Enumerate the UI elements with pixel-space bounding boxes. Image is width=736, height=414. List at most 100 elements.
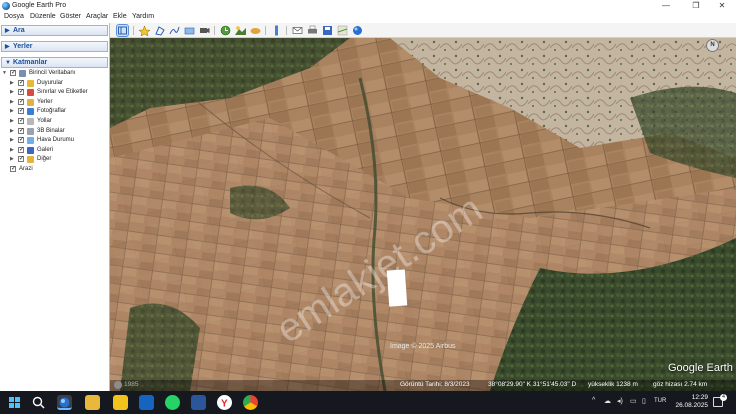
layers-panel-label: Katmanlar: [13, 59, 48, 66]
places-panel-header[interactable]: ▶ Yerler: [1, 41, 108, 52]
yandex-browser-icon[interactable]: Y: [217, 395, 232, 410]
layer-checkbox[interactable]: ✓: [10, 166, 16, 172]
layer-item[interactable]: ▼ ✓ Birincil Veritabanı: [0, 69, 110, 79]
expand-arrow-icon[interactable]: ▶: [10, 89, 14, 95]
photos-icon: [27, 108, 34, 116]
tray-chevron-icon[interactable]: ^: [592, 397, 595, 404]
clock-time: 12:29: [691, 394, 708, 401]
eye-altitude: göz hizası 2.74 km: [653, 381, 708, 388]
weather-icon: [27, 137, 34, 145]
layer-item[interactable]: ▶ ✓ Yollar: [0, 117, 110, 127]
system-clock[interactable]: 12:29 26.08.2025: [675, 394, 708, 410]
planets-icon[interactable]: [250, 25, 261, 36]
layer-item[interactable]: ▶ ✓ Duyurular: [0, 79, 110, 89]
windows-taskbar: Y ^ ☁ ◂) ▭ ▯ TUR 12:29 26.08.2025 4: [0, 391, 736, 414]
layer-checkbox[interactable]: ✓: [18, 156, 24, 163]
other-icon: [27, 156, 34, 164]
expand-arrow-icon: ▶: [5, 44, 10, 50]
path-icon[interactable]: [169, 25, 180, 36]
menu-edit[interactable]: Düzenle: [30, 13, 56, 20]
sticky-notes-icon[interactable]: [113, 395, 128, 410]
print-icon[interactable]: [307, 25, 318, 36]
minimize-button[interactable]: —: [652, 0, 680, 12]
layer-item[interactable]: ▶ ✓ Galeri: [0, 146, 110, 156]
compass-north-icon[interactable]: N: [706, 39, 719, 52]
expand-arrow-icon[interactable]: ▶: [10, 80, 14, 86]
layer-checkbox[interactable]: ✓: [18, 137, 24, 144]
search-panel-header[interactable]: ▶ Ara: [1, 25, 108, 36]
menu-view[interactable]: Göster: [60, 13, 81, 20]
google-maps-icon[interactable]: [337, 25, 348, 36]
expand-arrow-icon[interactable]: ▶: [10, 118, 14, 124]
layer-checkbox[interactable]: ✓: [18, 108, 24, 115]
cloud-icon[interactable]: ☁: [604, 397, 611, 405]
layer-label: Birincil Veritabanı: [29, 70, 76, 76]
expand-arrow-icon[interactable]: ▶: [10, 156, 14, 162]
record-tour-icon[interactable]: [199, 25, 210, 36]
earth-gallery-icon[interactable]: [352, 25, 363, 36]
layer-item[interactable]: ▶ ✓ Yerler: [0, 98, 110, 108]
layer-item[interactable]: ▶ ✓ Fotoğraflar: [0, 107, 110, 117]
menu-help[interactable]: Yardım: [132, 13, 154, 20]
places-icon: [27, 98, 34, 106]
layer-label: Sınırlar ve Etiketler: [37, 89, 88, 96]
menu-add[interactable]: Ekle: [113, 13, 127, 20]
expand-arrow-icon[interactable]: ▶: [10, 137, 14, 143]
email-icon[interactable]: [292, 25, 303, 36]
sun-icon[interactable]: [235, 25, 246, 36]
word-icon[interactable]: [191, 395, 206, 410]
expand-arrow-icon[interactable]: ▶: [10, 99, 14, 105]
menu-file[interactable]: Dosya: [4, 13, 24, 20]
keyboard-language[interactable]: TUR: [654, 398, 666, 404]
earth-map-view[interactable]: emlakjet.com N Image © 2025 Airbus Googl…: [110, 38, 736, 391]
save-image-icon[interactable]: [322, 25, 333, 36]
ruler-icon[interactable]: [271, 25, 282, 36]
windows-start-icon[interactable]: [9, 397, 20, 410]
menu-tools[interactable]: Araçlar: [86, 13, 108, 20]
maximize-button[interactable]: ❐: [682, 0, 710, 12]
image-overlay-icon[interactable]: [184, 25, 195, 36]
expand-arrow-icon[interactable]: ▼: [2, 70, 7, 76]
search-icon[interactable]: [32, 396, 45, 411]
layer-checkbox[interactable]: ✓: [10, 70, 16, 76]
layer-item[interactable]: ✓ Arazi: [0, 165, 110, 175]
layer-checkbox[interactable]: ✓: [18, 98, 24, 105]
sidebar: ▶ Ara ▶ Yerler ▼ Katmanlar ▼ ✓ Birincil Ve…: [0, 23, 110, 391]
polygon-icon[interactable]: [154, 25, 165, 36]
elevation: yükseklik 1238 m: [588, 381, 638, 388]
layer-label: Yerler: [37, 98, 53, 105]
whatsapp-icon[interactable]: [165, 395, 180, 410]
placemark-icon[interactable]: [138, 25, 151, 37]
clock-date: 26.08.2025: [675, 402, 708, 409]
title-bar: Google Earth Pro — ❐ ✕: [0, 0, 736, 12]
chrome-icon[interactable]: [243, 395, 258, 410]
layer-checkbox[interactable]: ✓: [18, 146, 24, 153]
layer-item[interactable]: ▶ ✓ Hava Durumu: [0, 136, 110, 146]
speaker-icon[interactable]: ◂): [617, 397, 623, 405]
sidebar-toggle-icon[interactable]: [116, 24, 129, 37]
layer-label: Yollar: [37, 118, 52, 124]
layer-item[interactable]: ▶ ✓ Diğer: [0, 155, 110, 165]
layer-item[interactable]: ▶ ✓ Sınırlar ve Etiketler: [0, 88, 110, 98]
file-explorer-icon[interactable]: [85, 395, 100, 410]
close-button[interactable]: ✕: [708, 0, 736, 12]
google-earth-taskbar-icon[interactable]: [57, 395, 72, 410]
search-panel-label: Ara: [13, 27, 25, 34]
outlook-icon[interactable]: [139, 395, 154, 410]
battery-icon[interactable]: ▯: [642, 397, 646, 405]
expand-arrow-icon[interactable]: ▶: [10, 147, 14, 153]
expand-arrow-icon[interactable]: ▶: [10, 128, 14, 134]
network-icon[interactable]: ▭: [630, 397, 637, 405]
satellite-imagery[interactable]: emlakjet.com: [110, 38, 736, 391]
layer-item[interactable]: ▶ ✓ 3B Binalar: [0, 127, 110, 137]
layer-checkbox[interactable]: ✓: [18, 79, 24, 86]
imagery-credit: Image © 2025 Airbus: [390, 343, 456, 350]
menu-bar: Dosya Düzenle Göster Araçlar Ekle Yardım: [0, 12, 736, 23]
expand-arrow-icon[interactable]: ▶: [10, 108, 14, 114]
layer-checkbox[interactable]: ✓: [18, 127, 24, 134]
notification-count-badge: 4: [720, 394, 727, 401]
layer-checkbox[interactable]: ✓: [18, 118, 24, 124]
historical-imagery-icon[interactable]: [220, 25, 231, 36]
layers-panel-header[interactable]: ▼ Katmanlar: [1, 57, 108, 68]
layer-checkbox[interactable]: ✓: [18, 89, 24, 96]
